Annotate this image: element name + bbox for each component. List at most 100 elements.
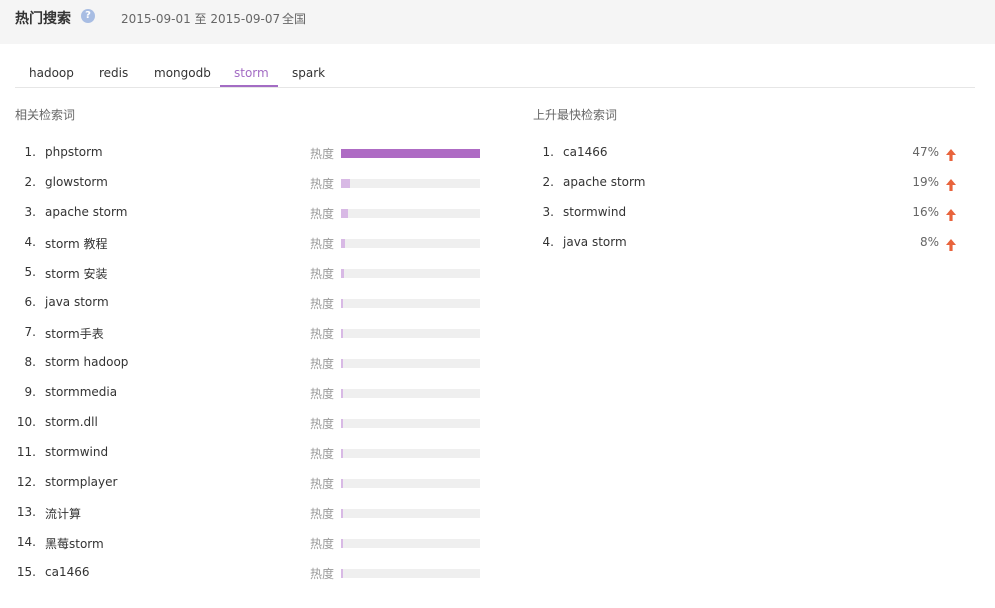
tab-spark[interactable]: spark	[292, 66, 325, 86]
heat-bar-track	[341, 419, 480, 428]
search-term-link[interactable]: 黑莓storm	[45, 535, 104, 552]
region-label: 全国	[282, 12, 307, 26]
heat-bar-fill	[341, 149, 480, 158]
heat-label: 热度	[310, 447, 335, 461]
rank-number: 1.	[24, 145, 36, 159]
rank-number: 6.	[24, 295, 36, 309]
heat-bar-fill	[341, 179, 350, 188]
tab-hadoop[interactable]: hadoop	[29, 66, 74, 86]
search-term-link[interactable]: 流计算	[45, 505, 81, 522]
rank-number: 10.	[16, 415, 36, 429]
heat-bar-fill	[341, 329, 343, 338]
rank-number: 11.	[16, 445, 36, 459]
search-term-link[interactable]: ca1466	[45, 565, 90, 579]
search-term-link[interactable]: storm手表	[45, 325, 104, 342]
list-item: 1. phpstorm 热度	[0, 145, 495, 165]
up-arrow-icon	[946, 149, 956, 161]
heat-label: 热度	[310, 507, 335, 521]
rank-number: 9.	[24, 385, 36, 399]
heat-bar-track	[341, 359, 480, 368]
rank-number: 3.	[24, 205, 36, 219]
heat-bar-track	[341, 569, 480, 578]
heat-label: 热度	[310, 327, 335, 341]
heat-label: 热度	[310, 267, 335, 281]
search-term-link[interactable]: storm 安装	[45, 265, 108, 282]
heat-label: 热度	[310, 207, 335, 221]
search-term-link[interactable]: stormmedia	[45, 385, 117, 399]
heat-bar-track	[341, 239, 480, 248]
up-arrow-icon	[946, 179, 956, 191]
heat-bar-fill	[341, 209, 348, 218]
heat-bar-fill	[341, 419, 343, 428]
list-item: 13. 流计算 热度	[0, 505, 495, 525]
search-term-link[interactable]: ca1466	[563, 145, 608, 159]
list-item: 6. java storm 热度	[0, 295, 495, 315]
heat-bar-fill	[341, 569, 343, 578]
heat-bar-fill	[341, 539, 343, 548]
up-arrow-icon	[946, 239, 956, 251]
search-term-link[interactable]: storm 教程	[45, 235, 108, 252]
tab-storm[interactable]: storm	[234, 66, 269, 86]
search-term-link[interactable]: storm hadoop	[45, 355, 128, 369]
list-item: 3. stormwind 16%	[533, 205, 963, 225]
list-item: 10. storm.dll 热度	[0, 415, 495, 435]
related-terms-title: 相关检索词	[15, 108, 76, 122]
rise-percent: 47%	[912, 145, 939, 159]
search-term-link[interactable]: java storm	[563, 235, 627, 249]
heat-bar-fill	[341, 389, 343, 398]
search-term-link[interactable]: stormwind	[563, 205, 626, 219]
list-item: 4. java storm 8%	[533, 235, 963, 255]
rank-number: 13.	[16, 505, 36, 519]
heat-label: 热度	[310, 177, 335, 191]
search-term-link[interactable]: java storm	[45, 295, 109, 309]
date-range: 2015-09-01 至 2015-09-07	[121, 12, 281, 26]
page-title: 热门搜索	[15, 11, 71, 27]
heat-bar-track	[341, 509, 480, 518]
heat-label: 热度	[310, 237, 335, 251]
heat-bar-track	[341, 299, 480, 308]
active-tab-indicator	[220, 85, 278, 87]
list-item: 12. stormplayer 热度	[0, 475, 495, 495]
rank-number: 12.	[16, 475, 36, 489]
heat-bar-track	[341, 539, 480, 548]
tab-mongodb[interactable]: mongodb	[154, 66, 211, 86]
search-term-link[interactable]: phpstorm	[45, 145, 103, 159]
heat-label: 热度	[310, 147, 335, 161]
list-item: 4. storm 教程 热度	[0, 235, 495, 255]
heat-label: 热度	[310, 387, 335, 401]
heat-bar-fill	[341, 479, 343, 488]
list-item: 14. 黑莓storm 热度	[0, 535, 495, 555]
rank-number: 4.	[542, 235, 554, 249]
search-term-link[interactable]: storm.dll	[45, 415, 98, 429]
heat-label: 热度	[310, 537, 335, 551]
list-item: 3. apache storm 热度	[0, 205, 495, 225]
heat-bar-fill	[341, 269, 344, 278]
list-item: 15. ca1466 热度	[0, 565, 495, 585]
rise-percent: 8%	[919, 235, 939, 249]
heat-bar-track	[341, 209, 480, 218]
search-term-link[interactable]: stormplayer	[45, 475, 117, 489]
heat-label: 热度	[310, 477, 335, 491]
header-bar: 热门搜索 ? 2015-09-01 至 2015-09-07 全国	[0, 0, 995, 44]
heat-label: 热度	[310, 567, 335, 581]
search-term-link[interactable]: apache storm	[563, 175, 645, 189]
heat-label: 热度	[310, 417, 335, 431]
search-term-link[interactable]: stormwind	[45, 445, 108, 459]
heat-bar-track	[341, 479, 480, 488]
list-item: 5. storm 安装 热度	[0, 265, 495, 285]
rise-percent: 19%	[912, 175, 939, 189]
heat-label: 热度	[310, 297, 335, 311]
rank-number: 2.	[24, 175, 36, 189]
rank-number: 5.	[24, 265, 36, 279]
tab-bar: hadoop redis mongodb storm spark	[15, 60, 975, 88]
tab-redis[interactable]: redis	[99, 66, 128, 86]
search-term-link[interactable]: glowstorm	[45, 175, 108, 189]
heat-bar-fill	[341, 509, 343, 518]
heat-bar-fill	[341, 239, 345, 248]
heat-bar-track	[341, 149, 480, 158]
rising-terms-title: 上升最快检索词	[533, 108, 618, 122]
search-term-link[interactable]: apache storm	[45, 205, 127, 219]
question-icon[interactable]: ?	[81, 9, 95, 23]
heat-bar-track	[341, 179, 480, 188]
list-item: 2. apache storm 19%	[533, 175, 963, 195]
